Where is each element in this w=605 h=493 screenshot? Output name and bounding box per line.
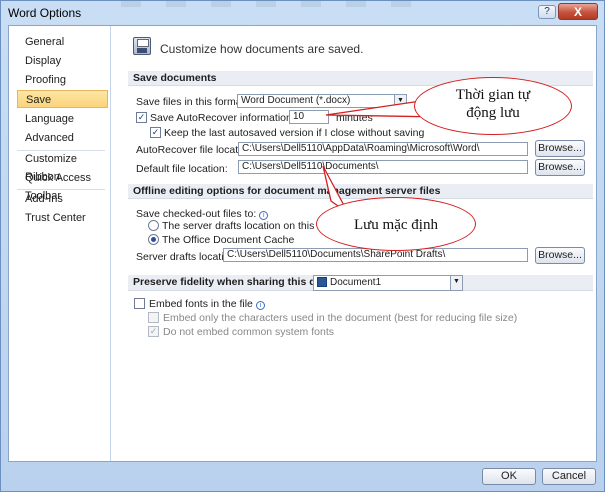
callout-autosave-text: Thời gian tự động lưu [455,87,531,121]
cancel-button[interactable]: Cancel [542,468,596,485]
format-select-value: Word Document (*.docx) [241,95,351,106]
callout-default-text: Lưu mặc định [354,217,438,233]
fidelity-document-value: Document1 [330,277,382,288]
checked-out-text: Save checked-out files to: [136,208,257,220]
fidelity-document-select[interactable]: Document1 ▼ [313,275,463,291]
autorecover-browse-button[interactable]: Browse... [535,140,585,157]
sidebar-item-trust-center[interactable]: Trust Center [17,209,108,227]
sidebar-item-save[interactable]: Save [17,90,108,108]
default-location-browse-button[interactable]: Browse... [535,159,585,176]
default-location-input[interactable]: C:\Users\Dell5110\Documents\ [238,160,528,174]
keep-last-autosaved-checkbox[interactable]: ✓ [150,127,161,138]
autorecover-minutes-spinner[interactable]: 10 [289,110,329,124]
page-title: Customize how documents are saved. [160,42,364,56]
checked-out-label: Save checked-out files to: i [136,208,269,220]
background-ribbon [121,1,421,7]
sidebar: General Display Proofing Save Language A… [9,26,111,461]
embed-fonts-label: Embed fonts in the file i [149,298,265,310]
sidebar-item-general[interactable]: General [17,33,108,51]
embed-only-used-checkbox[interactable] [148,312,159,323]
save-disk-icon [133,37,151,55]
autorecover-minutes-value: 10 [293,111,305,122]
office-cache-radio[interactable] [148,234,159,245]
default-location-label: Default file location: [136,163,228,175]
help-button[interactable]: ? [538,5,556,19]
keep-last-autosaved-label: Keep the last autosaved version if I clo… [164,127,425,139]
chevron-down-icon: ▼ [450,276,462,290]
server-drafts-radio[interactable] [148,220,159,231]
window-title: Word Options [8,6,82,20]
sidebar-item-add-ins[interactable]: Add-Ins [17,190,108,208]
sidebar-item-advanced[interactable]: Advanced [17,129,108,147]
format-label: Save files in this format: [136,96,248,108]
ok-button[interactable]: OK [482,468,536,485]
info-icon: i [259,211,269,220]
embed-only-used-label: Embed only the characters used in the do… [163,312,518,324]
sidebar-item-customize-ribbon[interactable]: Customize Ribbon [17,150,108,183]
embed-fonts-checkbox[interactable] [134,298,145,309]
embed-fonts-text: Embed fonts in the file [149,298,253,310]
section-offline-editing: Offline editing options for document man… [128,184,593,199]
no-common-fonts-checkbox[interactable]: ✓ [148,326,159,337]
sidebar-item-language[interactable]: Language [17,110,108,128]
sidebar-item-quick-access-toolbar[interactable]: Quick Access Toolbar [17,169,108,202]
word-options-window: Word Options ? X General Display Proofin… [0,0,605,492]
callout-autosave-time: Thời gian tự động lưu [414,77,572,135]
office-cache-option-label: The Office Document Cache [162,234,295,246]
sidebar-item-display[interactable]: Display [17,52,108,70]
title-bar: Word Options ? X [1,1,604,25]
autorecover-location-input[interactable]: C:\Users\Dell5110\AppData\Roaming\Micros… [238,142,528,156]
autorecover-checkbox[interactable]: ✓ [136,112,147,123]
callout-default-save: Lưu mặc định [316,197,476,251]
close-button[interactable]: X [558,3,598,20]
minutes-label: minutes [336,112,373,124]
format-select[interactable]: Word Document (*.docx) ▼ [237,94,407,108]
word-document-icon [317,277,327,287]
chevron-down-icon: ▼ [394,95,406,107]
info-icon: i [255,301,265,310]
no-common-fonts-label: Do not embed common system fonts [163,326,334,338]
sidebar-item-proofing[interactable]: Proofing [17,71,108,89]
server-drafts-browse-button[interactable]: Browse... [535,247,585,264]
